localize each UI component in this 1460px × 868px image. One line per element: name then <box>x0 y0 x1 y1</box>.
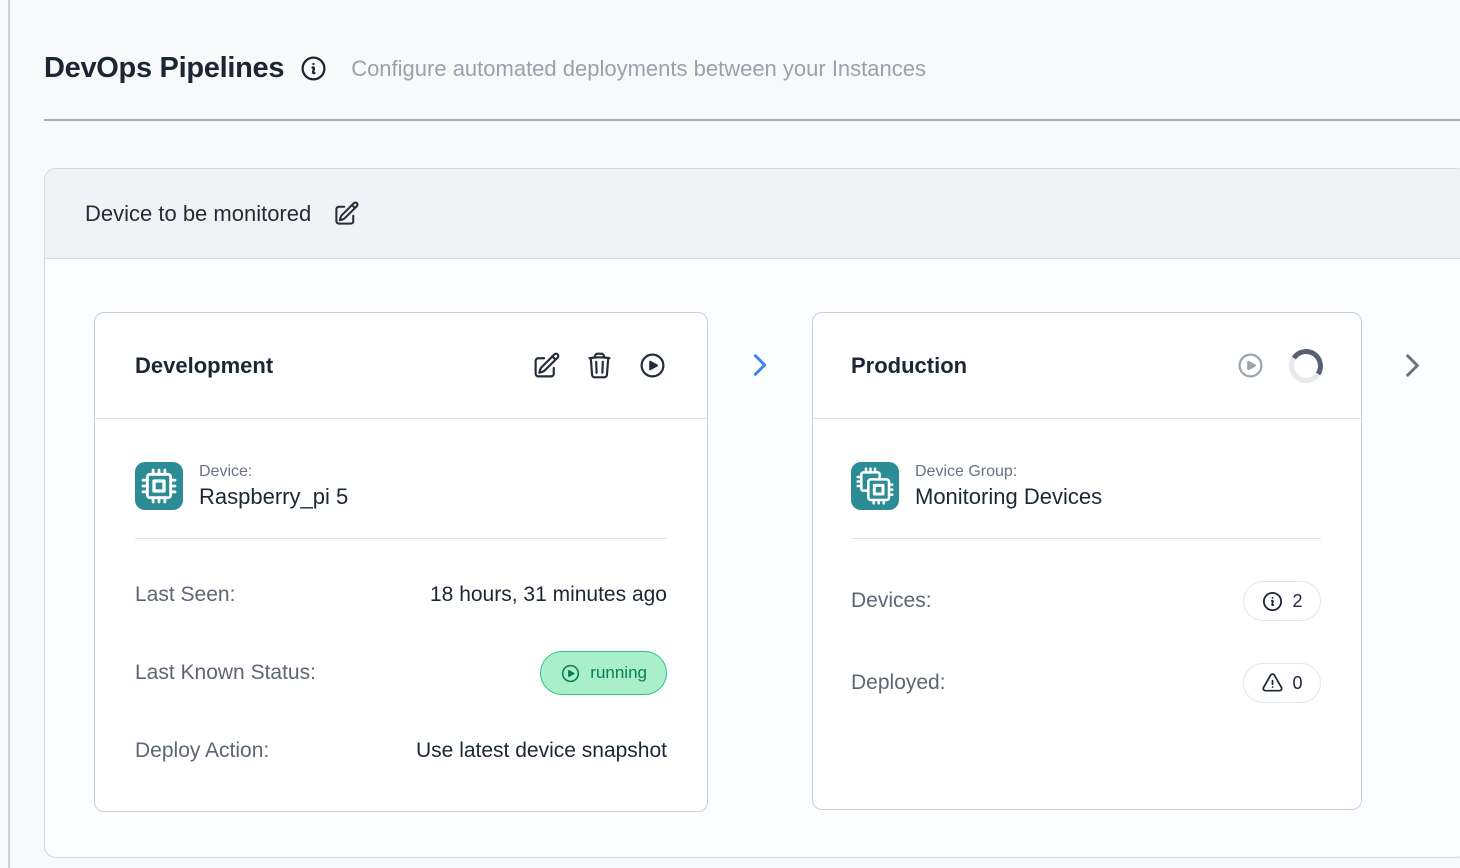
page-header: DevOps Pipelines Configure automated dep… <box>44 52 926 85</box>
last-seen-row: Last Seen: 18 hours, 31 minutes ago <box>135 583 667 607</box>
panel-title: Device to be monitored <box>85 201 311 227</box>
production-card-header: Production <box>813 313 1361 419</box>
deploy-action-value: Use latest device snapshot <box>416 739 667 763</box>
play-circle-icon <box>560 663 581 684</box>
development-card-actions <box>532 351 667 380</box>
development-card: Development Device: Raspberry_pi 5 <box>94 312 708 812</box>
deployed-count: 0 <box>1292 673 1302 694</box>
pipeline-flow <box>708 312 812 418</box>
status-badge: running <box>540 651 667 695</box>
chevron-right-icon <box>745 350 775 380</box>
devices-count: 2 <box>1292 591 1302 612</box>
cpu-chip-icon <box>135 462 183 510</box>
deploy-action-label: Deploy Action: <box>135 739 269 763</box>
monitored-device-panel: Device to be monitored Development <box>44 168 1460 858</box>
device-row: Device: Raspberry_pi 5 <box>135 462 667 510</box>
deployed-count-badge[interactable]: 0 <box>1243 663 1321 703</box>
edit-icon[interactable] <box>333 200 360 227</box>
status-row: Last Known Status: running <box>135 651 667 695</box>
device-text: Device: Raspberry_pi 5 <box>199 463 348 510</box>
device-group-text: Device Group: Monitoring Devices <box>915 463 1102 510</box>
panel-body: Development Device: Raspberry_pi 5 <box>45 259 1460 812</box>
production-card-title: Production <box>851 353 1236 379</box>
warning-triangle-icon <box>1261 672 1284 695</box>
header-divider <box>44 119 1460 121</box>
last-seen-label: Last Seen: <box>135 583 235 607</box>
page-subtitle: Configure automated deployments between … <box>351 56 926 82</box>
devices-row: Devices: 2 <box>851 581 1321 621</box>
card-divider <box>851 538 1321 539</box>
run-play-icon-disabled[interactable] <box>1236 351 1265 380</box>
panel-header: Device to be monitored <box>45 169 1460 259</box>
info-icon[interactable] <box>299 54 328 83</box>
development-card-title: Development <box>135 353 532 379</box>
cpu-chip-stack-icon <box>851 462 899 510</box>
development-card-header: Development <box>95 313 707 419</box>
last-seen-value: 18 hours, 31 minutes ago <box>430 583 667 607</box>
production-card-actions <box>1236 349 1323 383</box>
device-name: Raspberry_pi 5 <box>199 484 348 510</box>
devices-label: Devices: <box>851 589 932 613</box>
loading-spinner-icon <box>1286 345 1326 385</box>
left-border-rule <box>8 0 10 868</box>
info-icon <box>1261 590 1284 613</box>
edit-icon[interactable] <box>532 351 561 380</box>
development-card-body: Device: Raspberry_pi 5 Last Seen: 18 hou… <box>95 419 707 763</box>
deployed-label: Deployed: <box>851 671 946 695</box>
device-label: Device: <box>199 463 348 481</box>
status-badge-label: running <box>590 663 647 683</box>
scroll-next <box>1362 312 1460 418</box>
deploy-action-row: Deploy Action: Use latest device snapsho… <box>135 739 667 763</box>
device-group-label: Device Group: <box>915 463 1102 481</box>
run-play-icon[interactable] <box>638 351 667 380</box>
card-divider <box>135 538 667 539</box>
device-group-name: Monitoring Devices <box>915 484 1102 510</box>
page-title: DevOps Pipelines <box>44 52 284 85</box>
chevron-right-icon[interactable] <box>1397 350 1428 381</box>
devices-count-badge[interactable]: 2 <box>1243 581 1321 621</box>
deployed-row: Deployed: 0 <box>851 663 1321 703</box>
production-card-body: Device Group: Monitoring Devices Devices… <box>813 419 1361 703</box>
production-card: Production Device Group: Monitoring Devi… <box>812 312 1362 810</box>
trash-icon[interactable] <box>585 351 614 380</box>
status-label: Last Known Status: <box>135 661 316 685</box>
device-group-row: Device Group: Monitoring Devices <box>851 462 1321 510</box>
